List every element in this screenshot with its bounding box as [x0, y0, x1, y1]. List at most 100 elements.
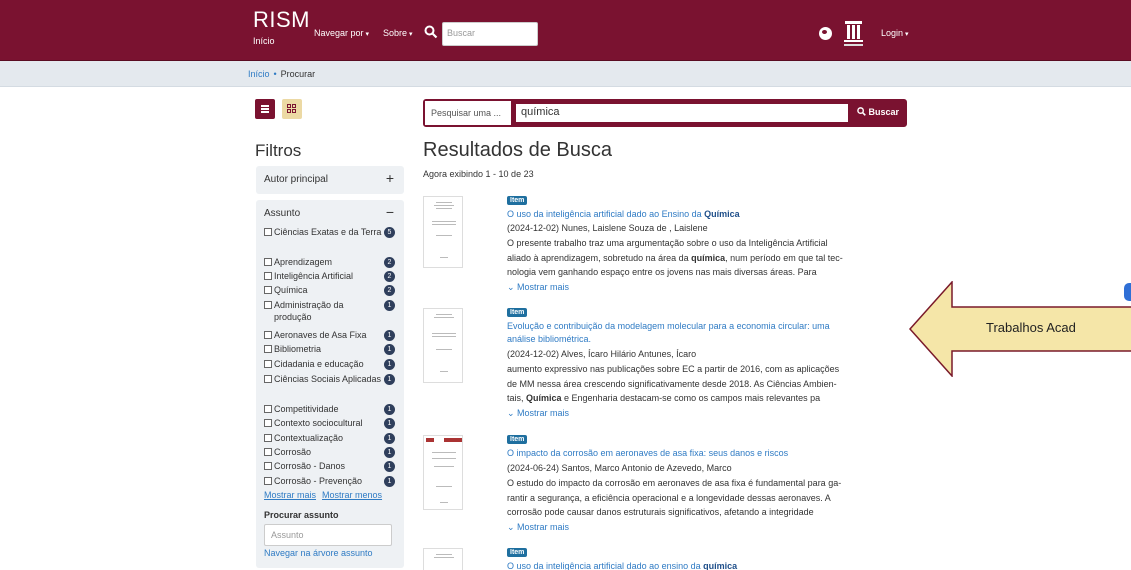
nav-browse-menu[interactable]: Navegar por ▾	[314, 28, 369, 38]
checkbox[interactable]	[264, 434, 272, 442]
grid-view-button[interactable]	[282, 99, 302, 119]
item-badge: Item	[507, 548, 528, 557]
result-item: Item O uso da inteligência artificial da…	[423, 196, 868, 296]
globe-icon[interactable]	[819, 27, 832, 40]
checkbox[interactable]	[264, 286, 272, 294]
facet-item[interactable]: Aeronaves de Asa Fixa 1	[264, 329, 396, 341]
checkbox[interactable]	[264, 360, 272, 368]
facet-count-badge: 2	[384, 285, 395, 296]
facet-count-badge: 2	[384, 271, 395, 282]
result-abstract: O estudo do impacto da corrosão em aeron…	[507, 476, 863, 520]
result-meta: (2024-12-02) Nunes, Laislene Souza de , …	[507, 223, 708, 233]
checkbox[interactable]	[264, 375, 272, 383]
show-less-link[interactable]: Mostrar menos	[322, 490, 382, 500]
abstract-text: aliado à aprendizagem, sobretudo na área…	[507, 252, 692, 263]
checkbox[interactable]	[264, 258, 272, 266]
search-icon[interactable]	[424, 25, 438, 42]
item-badge: Item	[507, 308, 528, 317]
abstract-line: nologia vem ganhando espaço entre os jov…	[507, 267, 817, 277]
facet-panel-subject: Assunto − Ciências Exatas e da Terra 5 Ap…	[256, 200, 404, 568]
institution-logo[interactable]	[843, 21, 864, 47]
facet-more-less: Mostrar mais Mostrar menos	[264, 490, 388, 500]
login-menu[interactable]: Login ▾	[881, 28, 909, 38]
checkbox[interactable]	[264, 419, 272, 427]
facet-item[interactable]: Corrosão - Prevenção 1	[264, 475, 396, 487]
document-thumbnail[interactable]	[423, 435, 463, 510]
nav-browse-label: Navegar por	[314, 28, 364, 38]
plus-icon[interactable]: +	[386, 170, 394, 186]
facet-panel-author[interactable]: Autor principal +	[256, 166, 404, 194]
document-thumbnail[interactable]	[423, 196, 463, 268]
abstract-line: aumento expressivo nas publicações sobre…	[507, 364, 840, 374]
facet-item[interactable]: Contexto sociocultural 1	[264, 417, 396, 429]
brand-home-link[interactable]: Início	[253, 35, 310, 47]
show-more-toggle[interactable]: ⌄ Mostrar mais	[507, 408, 569, 419]
result-title-link[interactable]: O impacto da corrosão em aeronaves de as…	[507, 447, 857, 460]
facet-count-badge: 1	[384, 374, 395, 385]
facet-item[interactable]: Cidadania e educação 1	[264, 358, 396, 370]
checkbox[interactable]	[264, 477, 272, 485]
facet-item[interactable]: Administração da produção 1	[264, 299, 396, 323]
nav-about-menu[interactable]: Sobre ▾	[383, 28, 413, 38]
item-badge: Item	[507, 435, 528, 444]
header-search-input[interactable]: Buscar	[442, 22, 538, 46]
result-item: Item O uso da inteligência artificial da…	[423, 548, 868, 570]
result-item: Item O impacto da corrosão em aeronaves …	[423, 435, 868, 537]
checkbox[interactable]	[264, 448, 272, 456]
result-title-link[interactable]: Evolução e contribuição da modelagem mol…	[507, 320, 857, 346]
breadcrumb-current: Procurar	[280, 69, 316, 79]
list-view-button[interactable]	[255, 99, 275, 119]
facet-item[interactable]: Ciências Sociais Aplicadas 1	[264, 373, 396, 385]
subject-search-input[interactable]: Assunto	[264, 524, 392, 546]
minus-icon[interactable]: −	[386, 204, 394, 220]
facet-label: Química	[274, 285, 308, 295]
facet-label: Ciências Exatas e da Terra	[274, 227, 382, 237]
subject-tree-link[interactable]: Navegar na árvore assunto	[264, 548, 373, 558]
checkbox[interactable]	[264, 462, 272, 470]
chevron-down-icon: ▾	[409, 31, 413, 38]
checkbox[interactable]	[264, 331, 272, 339]
show-more-label: Mostrar mais	[517, 408, 570, 418]
callout-label: Trabalhos Acad	[986, 320, 1076, 335]
show-more-toggle[interactable]: ⌄ Mostrar mais	[507, 522, 569, 533]
login-label: Login	[881, 28, 904, 38]
brand-logo[interactable]: RISM Início	[253, 8, 310, 47]
checkbox[interactable]	[264, 405, 272, 413]
show-more-toggle[interactable]: ⌄ Mostrar mais	[507, 282, 569, 293]
chevron-down-icon: ⌄	[507, 282, 518, 292]
checkbox[interactable]	[264, 228, 272, 236]
facet-item[interactable]: Aprendizagem 2	[264, 256, 396, 268]
abstract-text: e Engenharia destacam-se como os campos …	[561, 393, 821, 403]
search-button[interactable]: Buscar	[857, 107, 899, 117]
facet-item[interactable]: Inteligência Artificial 2	[264, 270, 396, 282]
subject-search-label: Procurar assunto	[264, 510, 339, 520]
brand-name[interactable]: RISM	[253, 8, 310, 32]
result-title-link[interactable]: O uso da inteligência artificial dado ao…	[507, 208, 857, 221]
search-type-select[interactable]: Pesquisar uma ...	[425, 101, 511, 125]
result-title-link[interactable]: O uso da inteligência artificial dado ao…	[507, 560, 857, 570]
facet-count-badge: 1	[384, 418, 395, 429]
checkbox[interactable]	[264, 345, 272, 353]
document-thumbnail[interactable]	[423, 308, 463, 383]
checkbox[interactable]	[264, 272, 272, 280]
item-badge: Item	[507, 196, 528, 205]
main-search-bar: Pesquisar uma ... química Buscar	[423, 99, 907, 127]
facet-item[interactable]: Corrosão 1	[264, 446, 396, 458]
checkbox[interactable]	[264, 301, 272, 309]
breadcrumb-separator: •	[273, 69, 277, 79]
facet-item[interactable]: Competitividade 1	[264, 403, 396, 415]
floating-button[interactable]	[1124, 283, 1131, 301]
search-input[interactable]: química	[516, 104, 848, 122]
facet-label: Competitividade	[274, 404, 339, 414]
breadcrumb-home[interactable]: Início	[248, 69, 270, 79]
search-button-label: Buscar	[868, 107, 900, 117]
facet-item[interactable]: Química 2	[264, 284, 396, 296]
facet-item[interactable]: Bibliometria 1	[264, 343, 396, 355]
facet-item[interactable]: Ciências Exatas e da Terra 5	[264, 226, 396, 238]
show-more-link[interactable]: Mostrar mais	[264, 490, 316, 500]
facet-count-badge: 1	[384, 300, 395, 311]
facet-item[interactable]: Corrosão - Danos 1	[264, 460, 396, 472]
document-thumbnail[interactable]	[423, 548, 463, 570]
facet-count-badge: 1	[384, 476, 395, 487]
facet-item[interactable]: Contextualização 1	[264, 432, 396, 444]
